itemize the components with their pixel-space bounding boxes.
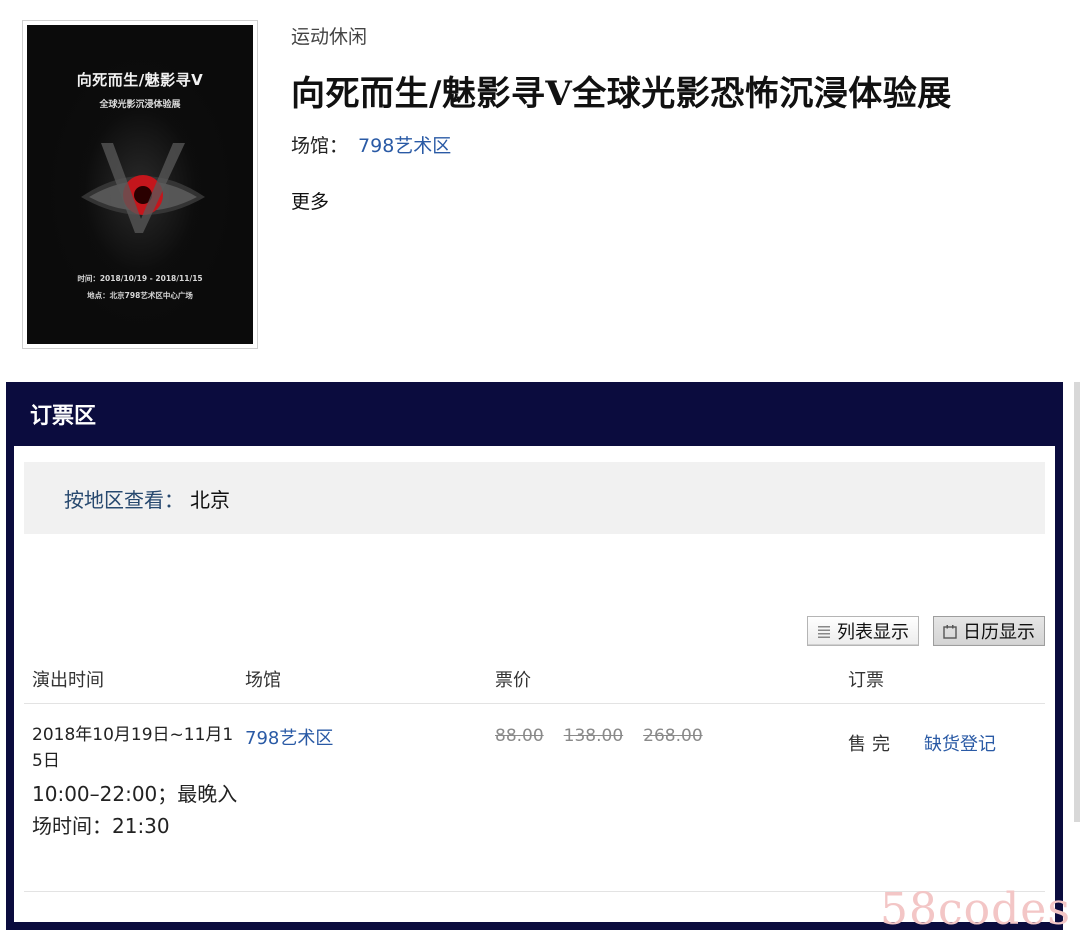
- booking-title: 订票区: [30, 404, 97, 429]
- category-label[interactable]: 运动休闲: [291, 22, 367, 49]
- stockout-register-link[interactable]: 缺货登记: [924, 730, 996, 756]
- price-option: 138.00: [563, 726, 624, 746]
- venue-link[interactable]: 798艺术区: [358, 135, 451, 157]
- column-order: 订票: [848, 670, 884, 691]
- show-hours: 10:00–22:00；最晚入场时间：21:30: [32, 782, 238, 838]
- page-edge: [1074, 382, 1080, 822]
- watermark: 58codes: [880, 884, 1071, 935]
- show-time-cell: 2018年10月19日~11月15日 10:00–22:00；最晚入场时间：21…: [32, 722, 240, 842]
- price-option: 88.00: [495, 726, 544, 746]
- calendar-icon: [943, 624, 957, 639]
- poster-place: 地点：北京798艺术区中心广场: [87, 291, 193, 300]
- booking-body: 按地区查看： 北京 列表显示 日历显示 演出时间 场馆 票价 订票 2018年1…: [14, 446, 1055, 922]
- column-price: 票价: [495, 670, 531, 691]
- region-filter: 按地区查看： 北京: [24, 462, 1045, 534]
- list-view-button[interactable]: 列表显示: [807, 616, 919, 646]
- poster-time: 时间：2018/10/19 - 2018/11/15: [77, 274, 203, 283]
- row-venue-link[interactable]: 798艺术区: [245, 724, 333, 750]
- poster-image: 向死而生/魅影寻V 全球光影沉浸体验展 时间：2018/10/19 - 2018…: [27, 25, 253, 344]
- calendar-view-label: 日历显示: [963, 622, 1035, 643]
- column-venue: 场馆: [245, 670, 281, 691]
- venue-line: 场馆： 798艺术区: [291, 131, 451, 158]
- eye-icon: [81, 143, 205, 233]
- price-list: 88.00 138.00 268.00: [495, 726, 703, 746]
- calendar-view-button[interactable]: 日历显示: [933, 616, 1045, 646]
- more-link[interactable]: 更多: [291, 187, 329, 214]
- list-icon: [818, 625, 830, 638]
- booking-panel: 订票区 按地区查看： 北京 列表显示 日历显示 演出时间 场馆 票价 订票 20…: [6, 382, 1063, 930]
- region-label: 按地区查看：: [64, 487, 184, 512]
- poster-title: 向死而生/魅影寻V: [76, 71, 204, 89]
- table-row: 2018年10月19日~11月15日 10:00–22:00；最晚入场时间：21…: [24, 704, 1045, 892]
- venue-label: 场馆：: [291, 135, 349, 157]
- page-title: 向死而生/魅影寻V全球光影恐怖沉浸体验展: [291, 74, 952, 114]
- table-header: 演出时间 场馆 票价 订票: [24, 658, 1045, 704]
- price-option: 268.00: [643, 726, 703, 746]
- view-toggles: 列表显示 日历显示: [807, 616, 1045, 646]
- column-time: 演出时间: [32, 670, 104, 691]
- list-view-label: 列表显示: [837, 622, 909, 643]
- show-date: 2018年10月19日~11月15日: [32, 725, 234, 771]
- event-poster: 向死而生/魅影寻V 全球光影沉浸体验展 时间：2018/10/19 - 2018…: [22, 20, 258, 349]
- sold-out-status: 售完: [848, 734, 896, 755]
- poster-subtitle: 全球光影沉浸体验展: [99, 100, 181, 110]
- region-beijing[interactable]: 北京: [190, 484, 230, 513]
